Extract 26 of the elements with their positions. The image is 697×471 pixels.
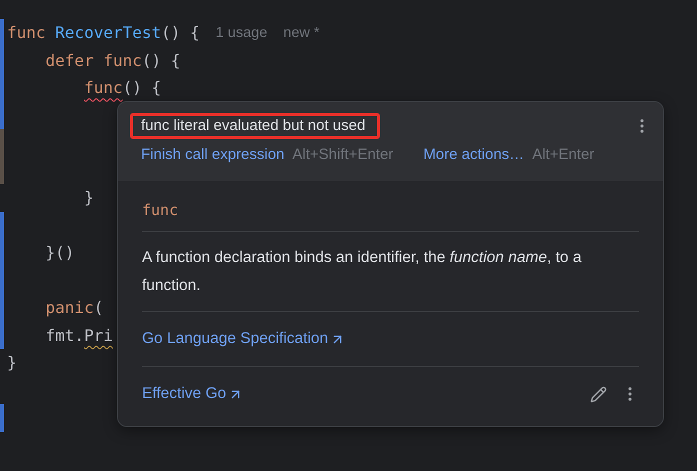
- keyword-signature: func: [142, 200, 180, 221]
- shortcut-label: Alt+Shift+Enter: [292, 146, 394, 163]
- code-token: func: [84, 78, 123, 98]
- shortcut-label: Alt+Enter: [532, 146, 594, 163]
- code-token: defer func: [46, 50, 142, 70]
- code-token: panic: [46, 298, 94, 318]
- code-token: func: [7, 23, 47, 42]
- code-token: }: [84, 188, 94, 208]
- code-token: Pri: [84, 326, 113, 345]
- code-token: () {: [161, 23, 200, 42]
- code-token: fmt.: [46, 326, 84, 345]
- doc-link[interactable]: Go Language Specification: [142, 330, 346, 348]
- pencil-icon[interactable]: [590, 386, 607, 402]
- code-token: }: [7, 353, 17, 372]
- inlay-hint[interactable]: new *: [283, 24, 320, 41]
- code-token: () {: [122, 78, 162, 98]
- inlay-hint[interactable]: 1 usage: [216, 24, 268, 41]
- description-text: A function declaration binds an identifier, the function name, to a function.: [142, 248, 582, 296]
- action-link[interactable]: Finish call expression: [141, 146, 284, 163]
- code-token: RecoverTest: [55, 23, 162, 42]
- code-token: () {: [142, 50, 180, 70]
- doc-link[interactable]: Effective Go: [142, 385, 244, 403]
- action-link[interactable]: More actions…: [423, 146, 524, 163]
- code-token: }(): [46, 243, 74, 262]
- problem-message: func literal evaluated but not used: [130, 113, 380, 139]
- code-token: (: [94, 298, 104, 318]
